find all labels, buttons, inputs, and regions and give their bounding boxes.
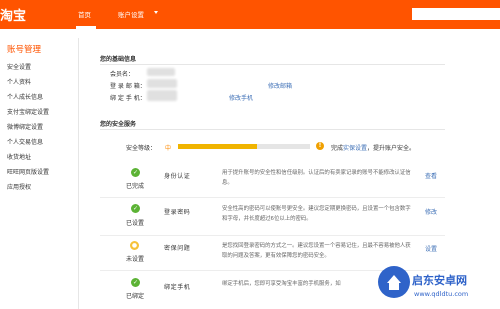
basic-info-title: 您的基础信息 — [100, 56, 137, 63]
level-tip-before: 完成 — [331, 145, 344, 152]
set-question-link[interactable]: 设置 — [425, 244, 437, 253]
row-status: 已设置 — [126, 220, 145, 227]
sidebar-item-alipay[interactable]: 支付宝绑定设置 — [7, 107, 49, 116]
sidebar-item-address[interactable]: 收货地址 — [7, 152, 31, 161]
member-name-value — [147, 68, 175, 76]
basic-info-rule — [100, 64, 445, 65]
security-level-label: 安全等级： — [126, 145, 157, 152]
sidebar-title: 账号管理 — [7, 45, 42, 55]
sidebar-divider — [78, 38, 79, 309]
security-title: 您的安全服务 — [100, 121, 137, 128]
sidebar-item-wangwang[interactable]: 旺旺网页版设置 — [7, 167, 49, 176]
row-status: 已完成 — [126, 183, 145, 190]
chevron-down-icon[interactable] — [154, 11, 158, 14]
check-icon: ✓ — [131, 168, 140, 177]
check-icon: ✓ — [131, 204, 140, 213]
nav-home-link[interactable]: 首页 — [78, 9, 91, 19]
watermark-title: 启东安卓网 — [412, 274, 467, 287]
email-value — [147, 79, 177, 88]
level-tip-link[interactable]: 实保设置 — [343, 145, 367, 152]
taobao-logo[interactable]: 淘宝 — [0, 5, 26, 24]
row-name: 密保问题 — [164, 245, 191, 252]
security-level-tip: 完成实保设置，提升账户安全。 — [331, 143, 415, 152]
sidebar-item-profile[interactable]: 个人资料 — [7, 77, 31, 86]
view-identity-link[interactable]: 查看 — [425, 171, 437, 180]
level-tip-after: ，提升账户安全。 — [367, 145, 416, 152]
sidebar-item-weibo[interactable]: 微博绑定设置 — [7, 122, 43, 131]
nav-account-settings[interactable]: 账户设置 — [118, 9, 144, 19]
row-name: 身份认证 — [164, 173, 191, 180]
security-level-fill — [178, 144, 258, 149]
edit-phone-link[interactable]: 修改手机 — [229, 93, 253, 102]
watermark: 启东安卓网 www.qdldtu.com — [374, 266, 500, 309]
row-name: 绑定手机 — [164, 284, 191, 291]
phone-label: 绑 定 手 机： — [110, 95, 146, 102]
security-level-bar — [178, 144, 310, 149]
sidebar-item-growth[interactable]: 个人成长信息 — [7, 92, 43, 101]
bulb-icon: ● — [130, 241, 139, 250]
row-status: 未设置 — [126, 256, 145, 263]
edit-email-link[interactable]: 修改邮箱 — [268, 81, 292, 90]
warning-icon: ! — [316, 142, 324, 150]
edit-password-link[interactable]: 修改 — [425, 207, 437, 216]
phone-value — [147, 90, 177, 101]
member-name-label: 会员名： — [110, 71, 135, 78]
row-name: 登录密码 — [164, 209, 191, 216]
watermark-url: www.qdldtu.com — [414, 290, 469, 298]
row-desc: 是您找回登录密码的方式之一。建议您设置一个容易记住，且最不容易被他人获取的问题及… — [222, 243, 411, 259]
nav-active-indicator — [76, 26, 96, 29]
sidebar-item-trade-info[interactable]: 个人交易信息 — [7, 137, 43, 146]
row-status: 已绑定 — [126, 293, 145, 300]
row-desc: 安全性高的密码可以使账号更安全。建议您定期更换密码，且设置一个包含数字和字母，并… — [222, 206, 411, 222]
row-separator — [100, 197, 445, 198]
security-level-value: 中 — [165, 145, 172, 152]
sidebar-item-security[interactable]: 安全设置 — [7, 62, 31, 71]
email-label: 登 录 邮 箱： — [110, 83, 146, 90]
watermark-logo-icon — [378, 266, 410, 298]
search-input[interactable] — [412, 8, 500, 20]
sidebar-item-app-auth[interactable]: 应用授权 — [7, 182, 31, 191]
top-nav-bar: 淘宝 首页 账户设置 — [0, 0, 500, 29]
row-desc: 用于提升账号的安全性和信任级别。认证后的有卖家记录的账号不能修改认证信息。 — [222, 170, 411, 186]
check-icon: ✓ — [131, 278, 140, 287]
row-separator — [100, 235, 445, 236]
security-rule — [100, 129, 445, 130]
